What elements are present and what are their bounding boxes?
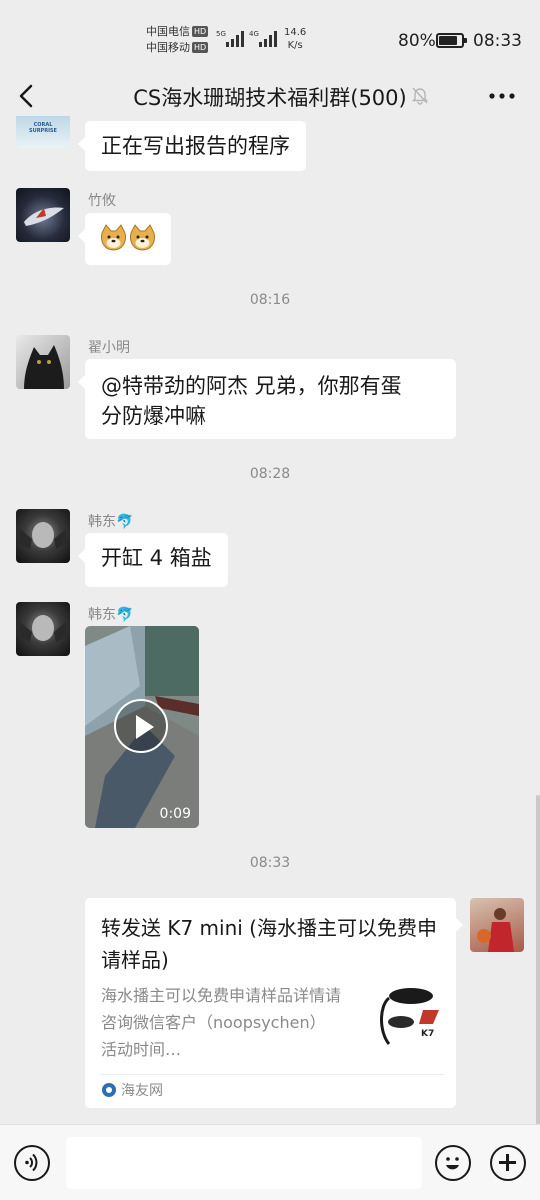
timestamp: 08:33 [249, 855, 291, 871]
carrier-2: 中国移动 [146, 41, 190, 54]
message-bubble[interactable]: 正在写出报告的程序 [78, 121, 306, 171]
doge-emoji-icon [101, 224, 155, 251]
hd-badge: HD [192, 26, 209, 37]
play-icon[interactable] [114, 699, 168, 753]
link-description: 海水播主可以免费申请样品详情请咨询微信客户（noopsychen）活动时间… [101, 986, 342, 1059]
avatar[interactable]: CORAL SURPRISE [16, 116, 70, 148]
carrier-1: 中国电信 [146, 25, 190, 38]
hd-badge: HD [192, 42, 209, 53]
link-source: 海友网 [121, 1083, 163, 1099]
video-duration: 0:09 [159, 806, 191, 822]
link-title: 转发送 K7 mini (海水播主可以免费申请样品) [101, 916, 437, 972]
message-bubble[interactable]: @特带劲的阿杰 兄弟，你那有蛋 分防爆冲嘛 [78, 359, 456, 439]
speed-unit: K/s [287, 40, 303, 51]
message-text-line: @特带劲的阿杰 兄弟，你那有蛋 [101, 374, 402, 398]
network-speed: 14.6 K/s [284, 26, 306, 52]
signal-5g-icon: 5G [216, 30, 244, 47]
avatar[interactable] [16, 509, 70, 563]
message-bubble[interactable]: 开缸 4 箱盐 [78, 533, 228, 587]
status-bar: 中国电信 HD 中国移动 HD 5G 4G 14.6 K/s 80% 08:33 [0, 0, 540, 76]
source-logo-icon [102, 1083, 116, 1097]
avatar[interactable] [16, 602, 70, 656]
scrollbar[interactable] [536, 795, 540, 1125]
signal-4g-icon: 4G [249, 30, 277, 47]
message-input[interactable] [66, 1137, 422, 1189]
emoji-icon[interactable] [435, 1145, 471, 1181]
timestamp: 08:28 [249, 466, 291, 482]
my-avatar[interactable] [470, 898, 524, 952]
video-message[interactable]: 0:09 [85, 626, 199, 828]
more-dots-icon[interactable] [484, 84, 520, 108]
chat-title: CS海水珊瑚技术福利群(500) [133, 86, 407, 110]
message-bubble[interactable] [78, 213, 171, 265]
voice-waves-icon [25, 1153, 38, 1172]
carrier-info: 中国电信 HD 中国移动 HD [146, 24, 209, 56]
divider [101, 1074, 444, 1075]
avatar-portrait-image [18, 615, 68, 642]
avatar-shark-image [24, 207, 64, 226]
status-time: 08:33 [473, 31, 522, 51]
svg-text:K7: K7 [421, 1029, 434, 1039]
battery-percent: 80% [398, 31, 436, 51]
avatar-cat-image [24, 345, 64, 389]
sender-name: 竹攸 [88, 193, 116, 209]
link-thumbnail-image: K7 [375, 984, 441, 1054]
sender-name: 韩东🐬 [88, 607, 134, 623]
avatar-player-image [477, 908, 514, 952]
mute-bell-icon [411, 87, 429, 105]
avatar[interactable] [16, 188, 70, 242]
message-text-line: 分防爆冲嘛 [101, 404, 206, 428]
avatar-portrait-image [18, 522, 68, 549]
sender-name: 翟小明 [88, 340, 130, 356]
avatar[interactable] [16, 335, 70, 389]
message-text: 开缸 4 箱盐 [101, 546, 212, 570]
link-card-message[interactable]: 转发送 K7 mini (海水播主可以免费申请样品) 海水播主可以免费申请样品详… [85, 898, 463, 1108]
speed-value: 14.6 [284, 27, 307, 38]
input-bar [0, 1124, 540, 1200]
battery-fill [439, 36, 457, 45]
svg-text:4G: 4G [249, 30, 259, 38]
message-text: 正在写出报告的程序 [101, 134, 290, 158]
chat-header: CS海水珊瑚技术福利群(500) [0, 76, 540, 116]
avatar-caption: CORAL SURPRISE [29, 122, 57, 134]
timestamp: 08:16 [249, 292, 291, 308]
svg-text:5G: 5G [216, 30, 226, 38]
smiley-face-icon [446, 1157, 459, 1170]
plus-icon[interactable] [490, 1145, 526, 1181]
voice-icon[interactable] [14, 1145, 50, 1181]
battery-icon [436, 33, 467, 48]
sender-name: 韩东🐬 [88, 514, 134, 530]
